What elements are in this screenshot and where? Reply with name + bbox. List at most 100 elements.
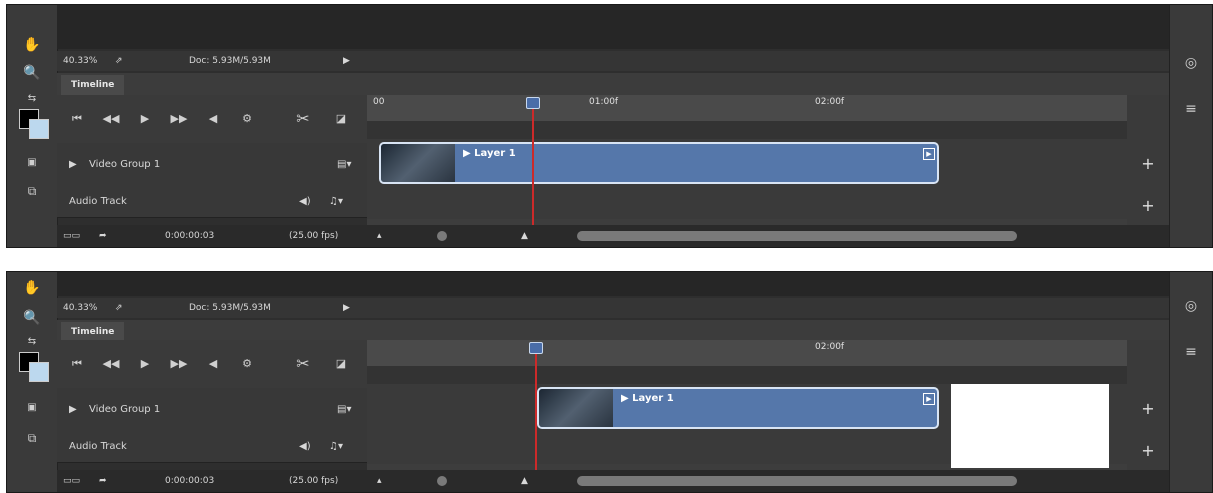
background-color-icon[interactable] [29, 362, 49, 382]
right-panel-strip: ◎ ≡ [1169, 272, 1212, 492]
zoom-in-icon[interactable]: ▲ [521, 470, 528, 492]
horizontal-scrollbar[interactable] [557, 230, 1157, 242]
zoom-level: 40.33% [63, 303, 98, 313]
layers-panel-icon[interactable]: ◎ [1176, 296, 1206, 316]
clip-menu-icon[interactable]: ▶ [923, 148, 935, 160]
zoom-icon[interactable]: 🔍 [17, 308, 47, 328]
ruler-label-0: 00 [373, 97, 385, 107]
layer-clip[interactable]: ▶ Layer 1 ▶ [537, 387, 939, 429]
swap-colors-icon[interactable]: ⇆ [17, 332, 47, 352]
scrollbar-thumb[interactable] [577, 476, 1017, 486]
expand-arrow-icon[interactable]: ▶ [69, 143, 77, 187]
add-icon[interactable]: + [1137, 153, 1159, 175]
transition-icon[interactable]: ◪ [331, 110, 351, 128]
transition-icon[interactable]: ◪ [331, 355, 351, 373]
zoom-out-icon[interactable]: ▴ [377, 470, 382, 492]
speaker-icon[interactable]: ◀) [299, 432, 311, 462]
doc-size: Doc: 5.93M/5.93M [189, 303, 271, 313]
previous-frame-icon[interactable]: ◀◀ [101, 355, 121, 373]
playhead[interactable] [535, 350, 537, 470]
status-menu-arrow-icon[interactable]: ▶ [343, 298, 350, 318]
zoom-slider-thumb[interactable] [437, 231, 447, 241]
music-note-icon[interactable]: ♫▾ [329, 432, 343, 462]
zoom-slider[interactable] [397, 475, 507, 487]
scissors-icon[interactable]: ✂ [293, 355, 313, 373]
film-strip-icon[interactable]: ▤▾ [337, 143, 351, 187]
tab-timeline[interactable]: Timeline [61, 75, 125, 95]
scrollbar-thumb[interactable] [577, 231, 1017, 241]
zoom-slider[interactable] [397, 230, 507, 242]
layer-clip[interactable]: ▶ Layer 1 ▶ [379, 142, 939, 184]
play-icon[interactable]: ▶ [135, 110, 155, 128]
layers-panel-icon[interactable]: ◎ [1176, 53, 1206, 73]
export-icon[interactable]: ⇗ [115, 298, 123, 318]
video-lane[interactable]: ▶ Layer 1 ▶ [367, 139, 1127, 188]
zoom-in-icon[interactable]: ▲ [521, 225, 528, 247]
export-icon[interactable]: ➦ [99, 225, 107, 247]
tool-strip: ✋ 🔍 ⇆ ▣ ⧉ [7, 272, 58, 492]
zoom-slider-thumb[interactable] [437, 476, 447, 486]
add-icon[interactable]: + [1137, 398, 1159, 420]
first-frame-icon[interactable]: ⏮ [67, 355, 87, 373]
layers-icon[interactable]: ⧉ [17, 181, 47, 201]
zoom-icon[interactable]: 🔍 [17, 63, 47, 83]
document-area [57, 5, 1170, 49]
document-area [57, 272, 1170, 296]
audio-track-row[interactable]: Audio Track ◀) ♫▾ [57, 187, 367, 218]
hand-icon[interactable]: ✋ [17, 278, 47, 298]
tab-timeline[interactable]: Timeline [61, 322, 125, 342]
current-timecode: 0:00:00:03 [165, 231, 215, 241]
adjustments-icon[interactable]: ≡ [1176, 99, 1206, 119]
playhead-handle[interactable] [529, 342, 543, 354]
clip-menu-icon[interactable]: ▶ [923, 393, 935, 405]
time-ruler[interactable]: 00 01:00f 02:00f [367, 95, 1127, 122]
frame-rate: (25.00 fps) [289, 231, 339, 241]
export-icon[interactable]: ⇗ [115, 51, 123, 71]
swap-colors-icon[interactable]: ⇆ [17, 89, 47, 109]
film-strip-icon[interactable]: ▤▾ [337, 388, 351, 432]
track-headers: ⏮ ◀◀ ▶ ▶▶ ◀ ⚙ ✂ ◪ ▶ Video Group 1 ▤▾ Aud… [57, 340, 367, 490]
adjustments-icon[interactable]: ≡ [1176, 342, 1206, 362]
play-icon[interactable]: ▶ [135, 355, 155, 373]
audio-lane[interactable] [367, 187, 1127, 219]
add-icon[interactable]: + [1137, 440, 1159, 462]
timeline-footer: ▭▭ ➦ 0:00:00:03 (25.00 fps) ▴ ▲ [57, 470, 1170, 492]
status-bar: 40.33% ⇗ Doc: 5.93M/5.93M ▶ [57, 51, 1170, 71]
playhead[interactable] [532, 105, 534, 225]
zoom-out-icon[interactable]: ▴ [377, 225, 382, 247]
next-frame-icon[interactable]: ▶▶ [169, 355, 189, 373]
background-color-icon[interactable] [29, 119, 49, 139]
work-area-bar[interactable] [367, 121, 1127, 139]
playhead-handle[interactable] [526, 97, 540, 109]
audio-track-row[interactable]: Audio Track ◀) ♫▾ [57, 432, 367, 463]
settings-icon[interactable]: ⚙ [237, 110, 257, 128]
layers-icon[interactable]: ⧉ [17, 428, 47, 448]
track-name: Video Group 1 [89, 404, 161, 415]
render-icon[interactable]: ▭▭ [63, 225, 80, 247]
expand-arrow-icon[interactable]: ▶ [69, 388, 77, 432]
status-menu-arrow-icon[interactable]: ▶ [343, 51, 350, 71]
settings-icon[interactable]: ⚙ [237, 355, 257, 373]
add-icon[interactable]: + [1137, 195, 1159, 217]
timeline-panel-bottom: ✋ 🔍 ⇆ ▣ ⧉ 40.33% ⇗ Doc: 5.93M/5.93M ▶ Ti… [6, 271, 1213, 493]
video-group-row[interactable]: ▶ Video Group 1 ▤▾ [57, 388, 367, 433]
screen-mode-icon[interactable]: ▣ [17, 153, 47, 173]
timeline-area[interactable]: 00 01:00f 02:00f ▶ Layer 1 ▶ [367, 95, 1127, 225]
export-icon[interactable]: ➦ [99, 470, 107, 492]
time-ruler[interactable]: 02:00f [367, 340, 1127, 367]
work-area-bar[interactable] [367, 366, 1127, 384]
first-frame-icon[interactable]: ⏮ [67, 110, 87, 128]
ruler-label-2: 02:00f [815, 342, 845, 352]
scissors-icon[interactable]: ✂ [293, 110, 313, 128]
audio-mute-icon[interactable]: ◀ [203, 110, 223, 128]
horizontal-scrollbar[interactable] [557, 475, 1157, 487]
screen-mode-icon[interactable]: ▣ [17, 398, 47, 418]
next-frame-icon[interactable]: ▶▶ [169, 110, 189, 128]
speaker-icon[interactable]: ◀) [299, 187, 311, 217]
music-note-icon[interactable]: ♫▾ [329, 187, 343, 217]
render-icon[interactable]: ▭▭ [63, 470, 80, 492]
hand-icon[interactable]: ✋ [17, 35, 47, 55]
video-group-row[interactable]: ▶ Video Group 1 ▤▾ [57, 143, 367, 188]
audio-mute-icon[interactable]: ◀ [203, 355, 223, 373]
previous-frame-icon[interactable]: ◀◀ [101, 110, 121, 128]
